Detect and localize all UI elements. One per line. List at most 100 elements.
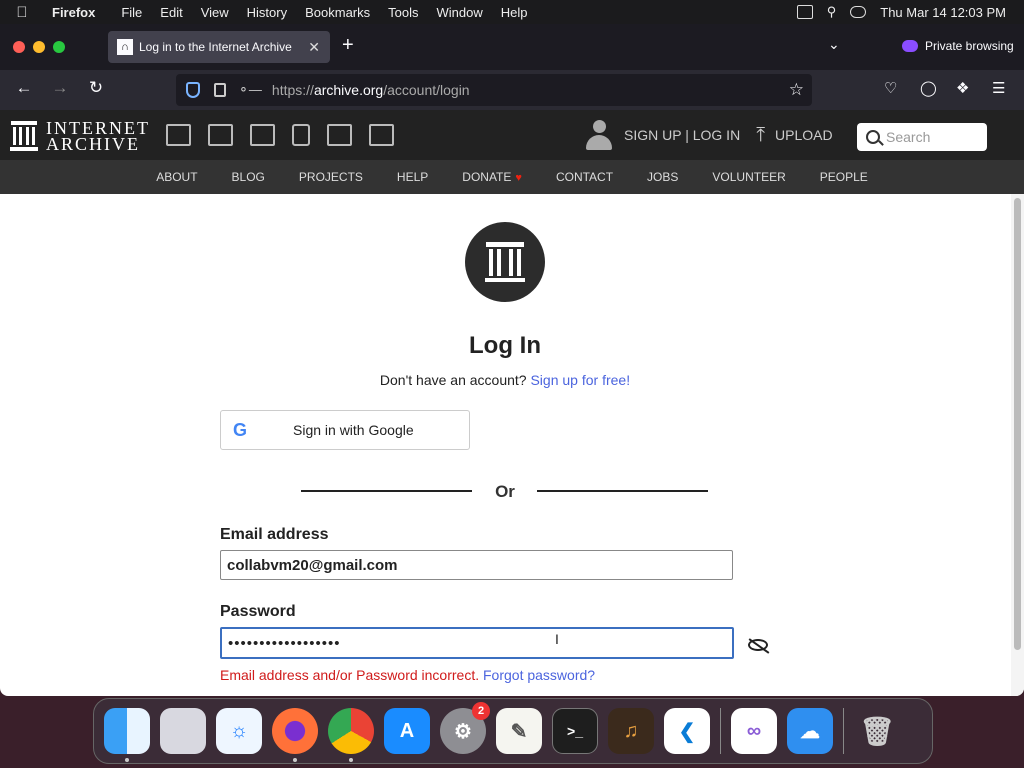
menu-edit[interactable]: Edit xyxy=(160,5,194,20)
upload-icon[interactable]: ⤒ xyxy=(756,124,765,147)
video-icon[interactable] xyxy=(250,124,275,146)
account-actions: SIGN UP | LOG IN ⤒ UPLOAD xyxy=(586,120,833,150)
menu-tools[interactable]: Tools xyxy=(388,5,430,20)
email-label: Email address xyxy=(220,526,329,543)
running-indicator xyxy=(293,758,297,762)
nav-about[interactable]: ABOUT xyxy=(139,170,214,184)
close-window-button[interactable] xyxy=(13,41,25,53)
url-bar[interactable]: ⚬— https://archive.org/account/login ☆ xyxy=(176,74,812,106)
textedit-icon[interactable]: ✎ xyxy=(496,708,542,754)
garageband-icon[interactable]: ♫ xyxy=(608,708,654,754)
list-all-tabs-icon[interactable]: ⌄ xyxy=(828,36,840,53)
url-text[interactable]: https://archive.org/account/login xyxy=(272,82,470,98)
search-placeholder[interactable]: Search xyxy=(886,129,930,145)
menu-view[interactable]: View xyxy=(201,5,241,20)
texts-icon[interactable] xyxy=(208,124,233,146)
archive-search-box[interactable]: Search xyxy=(857,123,987,151)
archive-logo[interactable]: INTERNET ARCHIVE xyxy=(10,119,150,153)
reload-button[interactable]: ↻ xyxy=(84,78,108,98)
archive-header: INTERNET ARCHIVE SIGN UP | LOG IN ⤒ UPLO… xyxy=(0,110,1024,160)
archive-building-icon xyxy=(485,242,525,282)
trash-icon[interactable]: 🗑 xyxy=(854,708,900,754)
media-type-icons xyxy=(166,124,394,146)
new-tab-button[interactable]: + xyxy=(342,34,354,57)
tab-bar: ∩ Log in to the Internet Archive ✕ + ⌄ P… xyxy=(0,24,1024,70)
menu-bookmarks[interactable]: Bookmarks xyxy=(305,5,382,20)
google-signin-button[interactable]: G Sign in with Google xyxy=(220,410,470,450)
login-main: Log In Don't have an account? Sign up fo… xyxy=(0,194,1024,696)
nav-bar: ← → ↻ ⚬— https://archive.org/account/log… xyxy=(0,70,1024,110)
app-store-icon[interactable]: A xyxy=(384,708,430,754)
window-controls xyxy=(13,41,65,53)
nav-donate[interactable]: DONATE ♥ xyxy=(445,170,539,184)
private-browsing-label: Private browsing xyxy=(925,39,1014,53)
extensions-icon[interactable]: ❖ xyxy=(956,79,969,97)
screen-mirror-icon[interactable] xyxy=(796,5,813,19)
safari-icon[interactable]: ☼ xyxy=(216,708,262,754)
nav-projects[interactable]: PROJECTS xyxy=(282,170,380,184)
audio-icon[interactable] xyxy=(292,124,310,146)
software-icon[interactable] xyxy=(327,124,352,146)
tab-archive-login[interactable]: ∩ Log in to the Internet Archive ✕ xyxy=(108,31,330,63)
launchpad-icon[interactable] xyxy=(160,708,206,754)
search-icon xyxy=(866,130,880,144)
show-password-icon[interactable] xyxy=(748,639,768,651)
divider-right xyxy=(537,490,708,492)
menu-app[interactable]: Firefox xyxy=(52,5,107,20)
vscode-icon[interactable]: ❮ xyxy=(664,708,710,754)
web-icon[interactable] xyxy=(166,124,191,146)
signup-prompt: Don't have an account? Sign up for free! xyxy=(0,372,1010,388)
nav-volunteer[interactable]: VOLUNTEER xyxy=(695,170,802,184)
control-center-icon[interactable] xyxy=(850,6,867,18)
nav-jobs[interactable]: JOBS xyxy=(630,170,695,184)
running-indicator xyxy=(349,758,353,762)
menu-history[interactable]: History xyxy=(247,5,299,20)
finder-icon[interactable] xyxy=(104,708,150,762)
tracking-protection-icon[interactable] xyxy=(186,82,200,98)
images-icon[interactable] xyxy=(369,124,394,146)
menu-help[interactable]: Help xyxy=(501,5,540,20)
forward-button[interactable]: → xyxy=(48,78,72,98)
user-icon[interactable] xyxy=(586,120,612,150)
clock[interactable]: Thu Mar 14 12:03 PM xyxy=(880,5,1006,20)
terminal-icon[interactable]: >_ xyxy=(552,708,598,754)
upload-link[interactable]: UPLOAD xyxy=(775,127,833,143)
menu-window[interactable]: Window xyxy=(437,5,495,20)
page-scrollbar[interactable] xyxy=(1011,194,1024,696)
back-button[interactable]: ← xyxy=(12,78,36,98)
bookmark-star-icon[interactable]: ☆ xyxy=(789,80,804,100)
pocket-icon[interactable]: ♡ xyxy=(884,79,897,97)
menu-file[interactable]: File xyxy=(121,5,154,20)
scrollbar-thumb[interactable] xyxy=(1014,198,1021,650)
system-settings-icon[interactable]: ⚙ 2 xyxy=(440,702,490,754)
signup-login-link[interactable]: SIGN UP | LOG IN xyxy=(624,127,740,143)
archive-top-nav: ABOUT BLOG PROJECTS HELP DONATE ♥ CONTACT… xyxy=(0,160,1024,194)
lock-icon[interactable] xyxy=(214,83,226,97)
key-icon[interactable]: ⚬— xyxy=(238,82,262,98)
archive-circle-logo xyxy=(465,222,545,302)
private-browsing-indicator: Private browsing xyxy=(902,39,1014,53)
password-field[interactable]: •••••••••••••••••• xyxy=(220,627,734,659)
menu-hamburger-icon[interactable]: ☰ xyxy=(992,79,1005,97)
signup-free-link[interactable]: Sign up for free! xyxy=(530,372,630,388)
chrome-icon[interactable] xyxy=(328,708,374,762)
zoom-window-button[interactable] xyxy=(53,41,65,53)
divider-left xyxy=(301,490,472,492)
archive-building-icon xyxy=(10,121,38,151)
nav-help[interactable]: HELP xyxy=(380,170,445,184)
minimize-window-button[interactable] xyxy=(33,41,45,53)
nav-contact[interactable]: CONTACT xyxy=(539,170,630,184)
firefox-icon[interactable] xyxy=(272,708,318,762)
page-title: Log In xyxy=(469,332,541,359)
nav-people[interactable]: PEOPLE xyxy=(803,170,885,184)
running-indicator xyxy=(125,758,129,762)
spotlight-icon[interactable]: ⚲ xyxy=(827,4,837,20)
weather-icon[interactable]: ☁ xyxy=(787,708,833,754)
apple-icon[interactable]:  xyxy=(0,4,44,21)
close-tab-icon[interactable]: ✕ xyxy=(308,39,320,56)
nav-blog[interactable]: BLOG xyxy=(215,170,282,184)
email-field[interactable]: collabvm20@gmail.com xyxy=(220,550,733,580)
visual-studio-icon[interactable]: ∞ xyxy=(731,708,777,754)
account-icon[interactable]: ◯ xyxy=(920,79,937,97)
forgot-password-link[interactable]: Forgot password? xyxy=(483,667,595,683)
